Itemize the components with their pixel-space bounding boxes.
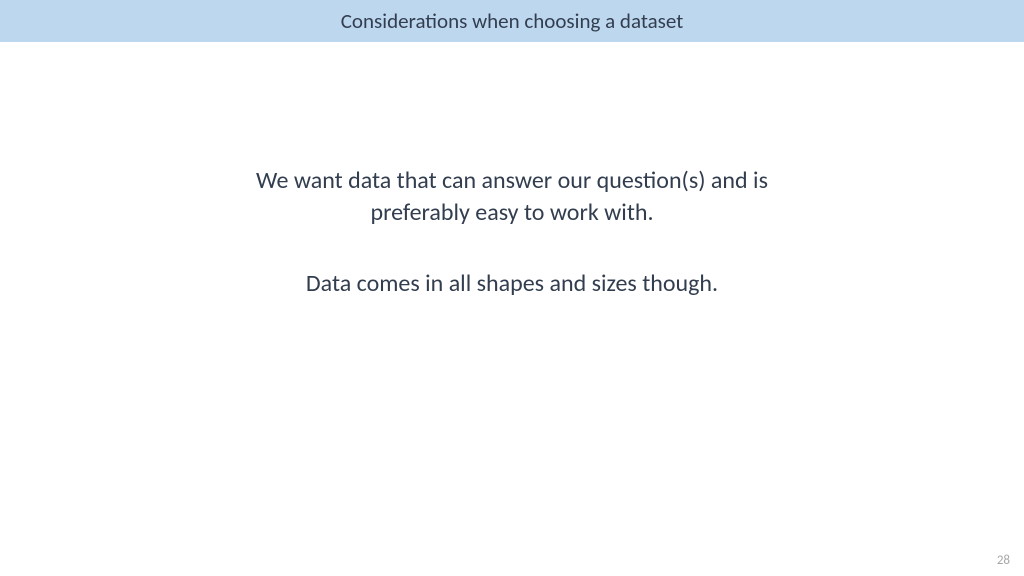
slide-header: Considerations when choosing a dataset (0, 0, 1024, 42)
page-number: 28 (997, 553, 1010, 568)
slide-title: Considerations when choosing a dataset (341, 8, 684, 34)
body-line: preferably easy to work with. (370, 198, 653, 227)
body-line: We want data that can answer our questio… (256, 166, 768, 195)
slide-body: We want data that can answer our questio… (0, 165, 1024, 300)
body-paragraph-1: We want data that can answer our questio… (0, 165, 1024, 230)
body-paragraph-2: Data comes in all shapes and sizes thoug… (0, 268, 1024, 300)
